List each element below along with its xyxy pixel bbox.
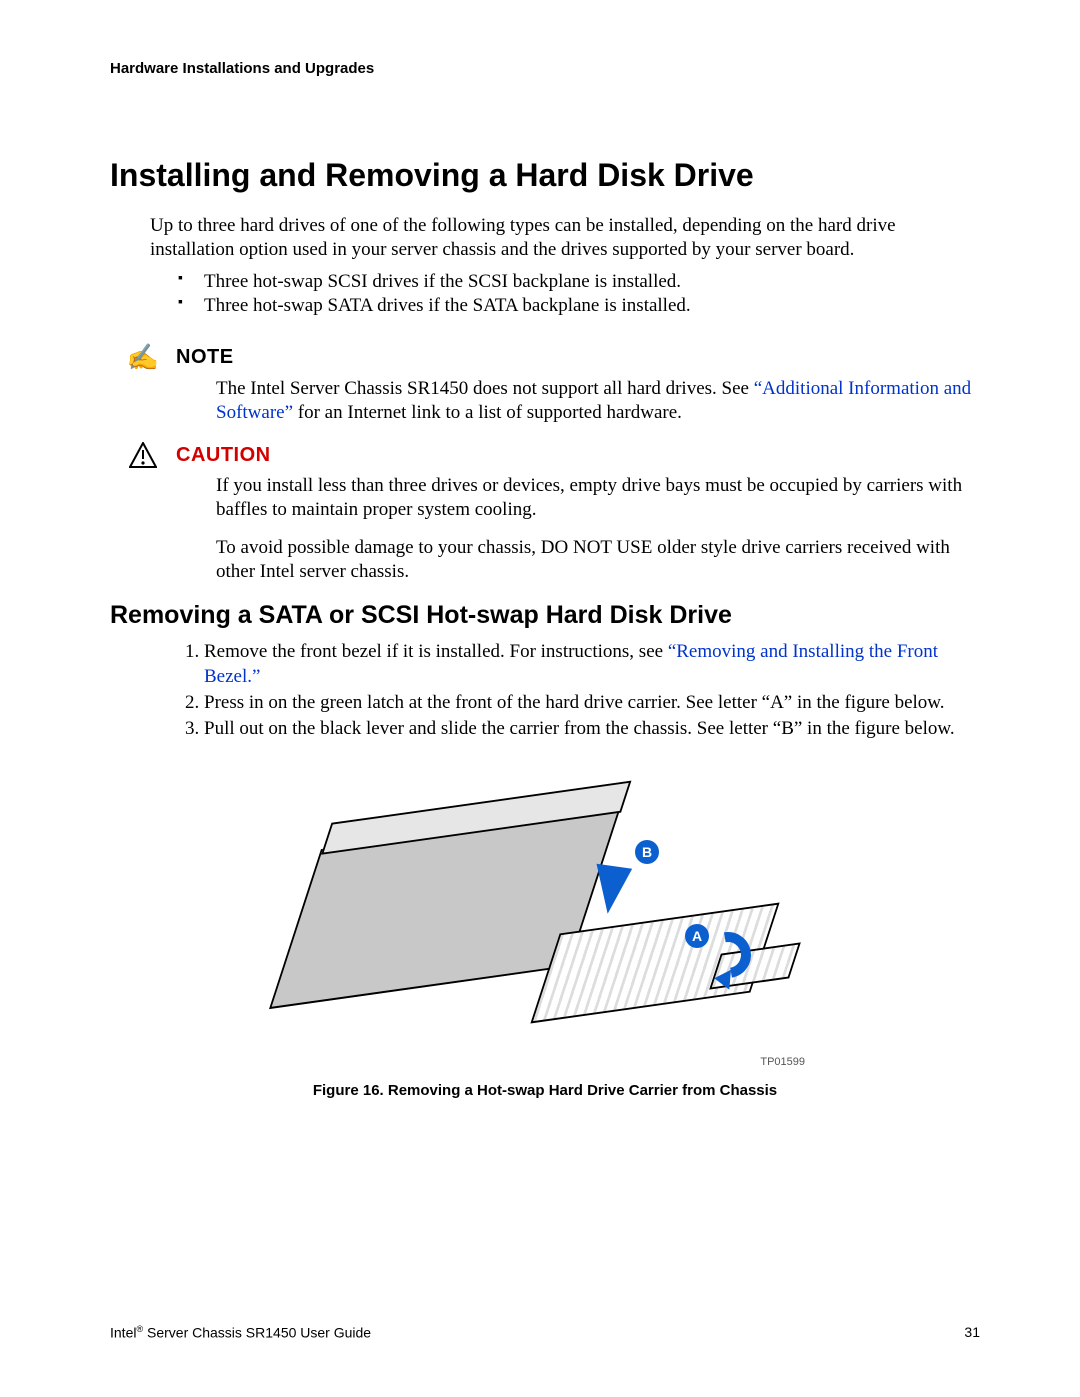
figure-illustration: B A TP01599 — [285, 768, 805, 1068]
page-footer: Intel® Server Chassis SR1450 User Guide … — [110, 1324, 980, 1341]
drive-type-list: Three hot-swap SCSI drives if the SCSI b… — [178, 270, 980, 319]
list-item: Three hot-swap SCSI drives if the SCSI b… — [178, 270, 980, 295]
section-heading: Removing a SATA or SCSI Hot-swap Hard Di… — [110, 601, 980, 630]
note-text-post: for an Internet link to a list of suppor… — [293, 402, 682, 423]
caution-label: CAUTION — [176, 444, 271, 467]
callout-label-b: B — [635, 840, 659, 864]
note-label: NOTE — [176, 346, 234, 369]
page-title: Installing and Removing a Hard Disk Driv… — [110, 157, 980, 194]
figure-tp-id: TP01599 — [760, 1056, 805, 1068]
note-text-pre: The Intel Server Chassis SR1450 does not… — [216, 378, 754, 399]
footer-guide-title: Intel® Server Chassis SR1450 User Guide — [110, 1324, 371, 1341]
arrow-b-icon — [590, 863, 632, 916]
footer-title-rest: Server Chassis SR1450 User Guide — [143, 1325, 371, 1341]
note-icon: ✍ — [128, 345, 158, 371]
intro-paragraph: Up to three hard drives of one of the fo… — [150, 214, 980, 262]
step-2: Press in on the green latch at the front… — [204, 691, 980, 715]
caution-body-2: To avoid possible damage to your chassis… — [216, 536, 980, 584]
step-1: Remove the front bezel if it is installe… — [204, 640, 980, 689]
step-1-text: Remove the front bezel if it is installe… — [204, 641, 668, 662]
footer-brand: Intel — [110, 1325, 136, 1341]
caution-body-1: If you install less than three drives or… — [216, 474, 980, 522]
step-3: Pull out on the black lever and slide th… — [204, 717, 980, 741]
figure-caption: Figure 16. Removing a Hot-swap Hard Driv… — [313, 1082, 777, 1099]
removal-steps: Remove the front bezel if it is installe… — [178, 640, 980, 741]
page-number: 31 — [964, 1324, 980, 1341]
figure-16: B A TP01599 Figure 16. Removing a Hot-sw… — [110, 768, 980, 1099]
callout-label-a: A — [685, 924, 709, 948]
list-item: Three hot-swap SATA drives if the SATA b… — [178, 294, 980, 319]
running-header: Hardware Installations and Upgrades — [110, 60, 980, 77]
note-body: The Intel Server Chassis SR1450 does not… — [216, 377, 980, 425]
note-callout: ✍ NOTE The Intel Server Chassis SR1450 d… — [128, 345, 980, 425]
caution-icon — [128, 442, 158, 468]
caution-callout: CAUTION If you install less than three d… — [128, 442, 980, 583]
